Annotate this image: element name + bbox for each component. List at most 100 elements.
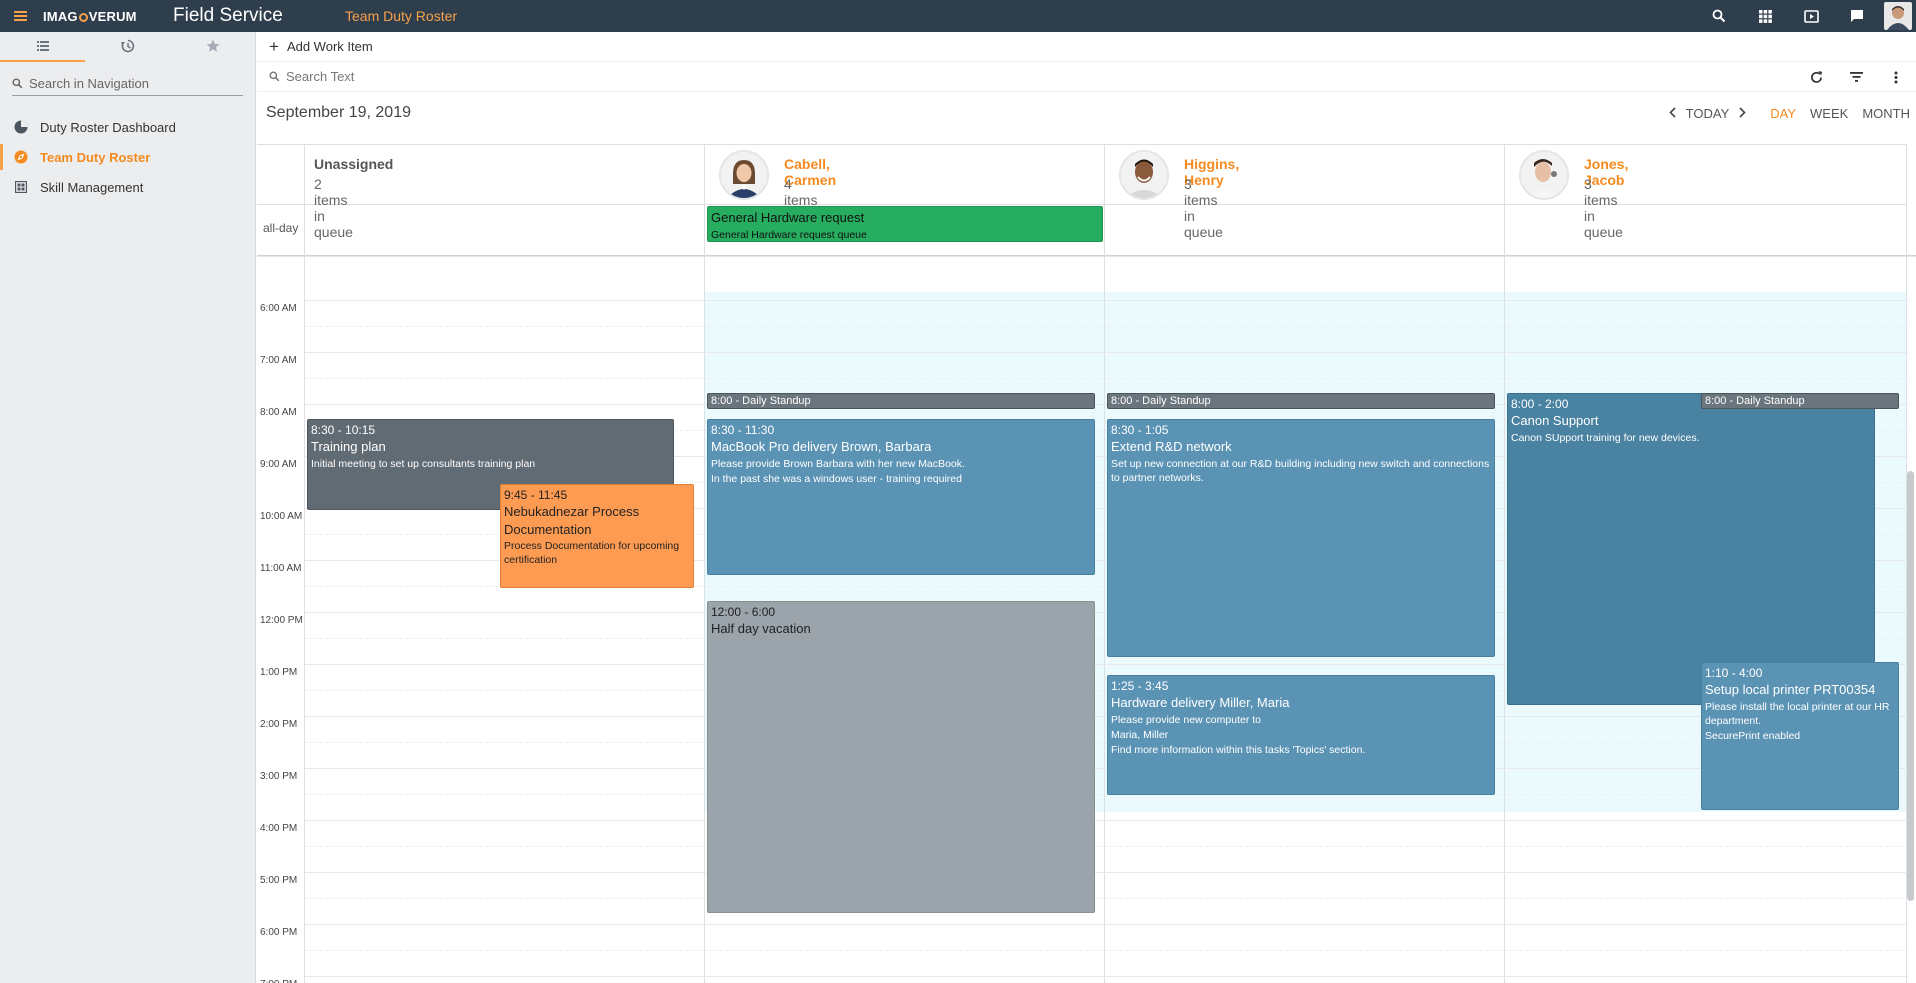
sidebar-item-duty-roster-dashboard[interactable]: Duty Roster Dashboard bbox=[0, 112, 255, 142]
main-content: + Add Work Item Search Text September 19… bbox=[257, 32, 1916, 983]
event-title: Nebukadnezar Process Documentation bbox=[504, 504, 640, 537]
tab-favorites[interactable] bbox=[170, 32, 255, 62]
add-work-item-button[interactable]: + Add Work Item bbox=[269, 37, 373, 57]
event-time: 8:30 - 10:15 bbox=[311, 423, 376, 437]
hour-line bbox=[305, 352, 1908, 353]
resource-name: Unassigned bbox=[314, 156, 394, 172]
sidebar-item-label: Team Duty Roster bbox=[40, 149, 151, 165]
time-label: 5:00 PM bbox=[260, 875, 298, 886]
half-hour-line bbox=[305, 950, 1908, 951]
view-month-button[interactable]: MONTH bbox=[1862, 106, 1910, 121]
event-description: Find more information within this tasks … bbox=[1111, 744, 1366, 757]
time-label: 7:00 PM bbox=[260, 979, 297, 983]
time-label: 8:00 AM bbox=[260, 407, 297, 418]
calendar-grid: Unassigned 2 items in queue Cabell, Carm… bbox=[257, 144, 1916, 983]
time-label: 9:00 AM bbox=[260, 459, 297, 470]
vertical-scrollbar[interactable] bbox=[1907, 471, 1914, 901]
event-description: Please provide new computer to bbox=[1111, 713, 1261, 726]
sidebar-item-skill-management[interactable]: Skill Management bbox=[0, 172, 255, 202]
hour-line bbox=[305, 976, 1908, 977]
time-label: 6:00 AM bbox=[260, 303, 297, 314]
logo[interactable]: IMAG VERUM bbox=[43, 9, 173, 24]
tab-navigation[interactable] bbox=[0, 32, 85, 62]
tab-history[interactable] bbox=[85, 32, 170, 62]
event-label: 8:00 - Daily Standup bbox=[1111, 395, 1211, 407]
view-day-button[interactable]: DAY bbox=[1770, 106, 1796, 121]
navigation-search-input[interactable]: Search in Navigation bbox=[12, 72, 243, 96]
event-time: 9:45 - 11:45 bbox=[504, 488, 568, 502]
event-macbook-delivery[interactable]: 8:30 - 11:30 MacBook Pro delivery Brown,… bbox=[707, 419, 1095, 575]
time-label: 6:00 PM bbox=[260, 927, 298, 938]
chat-icon[interactable] bbox=[1834, 0, 1880, 32]
pie-chart-icon bbox=[14, 120, 28, 134]
refresh-icon[interactable] bbox=[1796, 62, 1836, 92]
skill-grid-icon bbox=[14, 180, 28, 194]
event-daily-standup[interactable]: 8:00 - Daily Standup bbox=[1107, 393, 1495, 409]
time-label: 3:00 PM bbox=[260, 771, 298, 782]
event-description: Canon SUpport training for new devices. bbox=[1511, 431, 1700, 444]
half-hour-line bbox=[305, 378, 1908, 379]
video-icon[interactable] bbox=[1788, 0, 1834, 32]
app-title: Field Service bbox=[173, 5, 283, 26]
resource-queue-count: 3 items in queue bbox=[1584, 176, 1623, 240]
more-options-icon[interactable] bbox=[1876, 62, 1916, 92]
event-hardware-delivery[interactable]: 1:25 - 3:45 Hardware delivery Miller, Ma… bbox=[1107, 675, 1495, 795]
next-day-button[interactable] bbox=[1739, 106, 1746, 121]
time-label: 4:00 PM bbox=[260, 823, 298, 834]
avatar bbox=[1519, 150, 1569, 200]
sidebar-item-team-duty-roster[interactable]: Team Duty Roster bbox=[0, 142, 255, 172]
event-title: Canon Support bbox=[1511, 413, 1599, 429]
half-hour-line bbox=[305, 846, 1908, 847]
previous-day-button[interactable] bbox=[1669, 106, 1676, 121]
event-time: 8:30 - 11:30 bbox=[711, 423, 775, 437]
apps-grid-icon[interactable] bbox=[1742, 0, 1788, 32]
event-time: 12:00 - 6:00 bbox=[711, 605, 776, 619]
event-description: Maria, Miller bbox=[1111, 728, 1169, 741]
time-label: 12:00 PM bbox=[260, 615, 303, 626]
event-daily-standup[interactable]: 8:00 - Daily Standup bbox=[1701, 393, 1899, 409]
allday-event[interactable]: General Hardware request General Hardwar… bbox=[707, 206, 1103, 242]
event-half-day-vacation[interactable]: 12:00 - 6:00 Half day vacation bbox=[707, 601, 1095, 913]
event-description: Please provide Brown Barbara with her ne… bbox=[711, 457, 965, 470]
half-hour-line bbox=[305, 898, 1908, 899]
search-icon bbox=[269, 71, 280, 82]
chevron-left-icon bbox=[1669, 107, 1676, 118]
event-nebukadnezar[interactable]: 9:45 - 11:45 Nebukadnezar Process Docume… bbox=[500, 484, 694, 588]
menu-icon[interactable] bbox=[0, 0, 40, 32]
time-label: 7:00 AM bbox=[260, 355, 297, 366]
search-text-input[interactable]: Search Text bbox=[286, 69, 354, 84]
time-label: 1:00 PM bbox=[260, 667, 298, 678]
filter-icon[interactable] bbox=[1836, 62, 1876, 92]
sidebar-item-label: Duty Roster Dashboard bbox=[40, 119, 176, 135]
event-title: Extend R&D network bbox=[1111, 439, 1232, 455]
event-setup-local-printer[interactable]: 1:10 - 4:00 Setup local printer PRT00354… bbox=[1701, 662, 1899, 810]
star-icon bbox=[205, 39, 220, 52]
page-title: Team Duty Roster bbox=[345, 8, 458, 24]
time-label: 2:00 PM bbox=[260, 719, 298, 730]
event-extend-rnd-network[interactable]: 8:30 - 1:05 Extend R&D network Set up ne… bbox=[1107, 419, 1495, 657]
event-title: MacBook Pro delivery Brown, Barbara bbox=[711, 439, 932, 455]
hour-line bbox=[305, 300, 1908, 301]
search-icon[interactable] bbox=[1696, 0, 1742, 32]
today-button[interactable]: TODAY bbox=[1686, 106, 1730, 121]
search-icon bbox=[12, 78, 23, 89]
event-description: Initial meeting to set up consultants tr… bbox=[311, 457, 536, 470]
time-label: 11:00 AM bbox=[260, 563, 302, 574]
event-description: SecurePrint enabled bbox=[1705, 730, 1801, 743]
resource-queue-count: 3 items in queue bbox=[1184, 176, 1223, 240]
event-description: General Hardware request queue bbox=[711, 228, 867, 241]
view-week-button[interactable]: WEEK bbox=[1810, 106, 1848, 121]
toolbar: + Add Work Item bbox=[257, 32, 1916, 62]
event-title: Hardware delivery Miller, Maria bbox=[1111, 695, 1290, 711]
event-title: General Hardware request bbox=[711, 210, 865, 225]
event-title: Half day vacation bbox=[711, 621, 811, 637]
user-avatar[interactable] bbox=[1884, 2, 1912, 30]
hour-line bbox=[305, 820, 1908, 821]
history-icon bbox=[120, 39, 134, 53]
avatar bbox=[1119, 150, 1169, 200]
event-time: 8:30 - 1:05 bbox=[1111, 423, 1169, 437]
list-icon bbox=[36, 41, 49, 51]
chevron-right-icon bbox=[1739, 107, 1746, 118]
event-daily-standup[interactable]: 8:00 - Daily Standup bbox=[707, 393, 1095, 409]
event-canon-support[interactable]: 8:00 - 2:00 Canon Support Canon SUpport … bbox=[1507, 393, 1875, 705]
